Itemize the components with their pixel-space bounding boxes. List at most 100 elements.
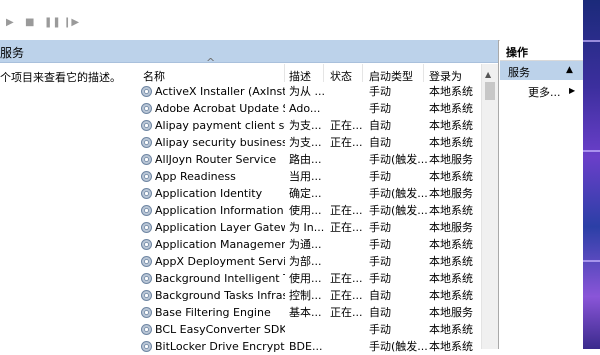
service-gear-icon <box>141 222 152 233</box>
service-startup-type: 手动 <box>369 170 391 183</box>
toolbar: ▶ ■ ❚❚ ❙▶ <box>0 0 583 41</box>
desktop-background <box>583 0 600 349</box>
actions-section-label: 服务 <box>508 66 530 79</box>
service-desc: 使用... <box>289 272 322 285</box>
table-row[interactable]: Background Intelligent T... 使用... 正在... … <box>138 270 484 287</box>
column-header-log-on-as[interactable]: 登录为 <box>429 68 462 84</box>
wallpaper-streak <box>583 40 600 42</box>
service-log-on-as: 本地服务 <box>429 153 473 166</box>
service-gear-icon <box>141 86 152 97</box>
stop-service-icon[interactable]: ■ <box>25 18 34 28</box>
column-separator[interactable] <box>323 64 324 82</box>
actions-section-services[interactable]: 服务 ▲ <box>500 61 583 80</box>
column-separator[interactable] <box>423 64 424 82</box>
service-startup-type: 手动 <box>369 255 391 268</box>
service-desc: Ado... <box>289 102 321 115</box>
sort-ascending-icon: ^ <box>206 56 216 69</box>
table-row[interactable]: BitLocker Drive Encryptio... BDE... 手动(触… <box>138 338 484 355</box>
start-service-icon[interactable]: ▶ <box>6 18 14 28</box>
service-gear-icon <box>141 120 152 131</box>
service-log-on-as: 本地系统 <box>429 85 473 98</box>
service-startup-type: 自动 <box>369 119 391 132</box>
column-header-startup-type[interactable]: 启动类型 <box>369 68 413 84</box>
service-log-on-as: 本地系统 <box>429 170 473 183</box>
service-log-on-as: 本地系统 <box>429 323 473 336</box>
service-gear-icon <box>141 188 152 199</box>
pane-divider[interactable] <box>498 40 499 349</box>
scroll-up-icon[interactable]: ▲ <box>485 70 491 79</box>
column-separator[interactable] <box>362 64 363 82</box>
service-status: 正在... <box>330 119 363 132</box>
service-desc: 为部... <box>289 255 322 268</box>
service-name: Alipay security business s... <box>155 136 285 149</box>
services-header-band: 服务 <box>0 40 498 63</box>
service-startup-type: 自动 <box>369 306 391 319</box>
service-status: 正在... <box>330 272 363 285</box>
service-description-hint: 个项目来查看它的描述。 <box>0 71 121 84</box>
table-row[interactable]: Application Identity 确定... 手动(触发... 本地服务 <box>138 185 484 202</box>
service-desc: 为 In... <box>289 221 325 234</box>
more-actions-item[interactable]: 更多... <box>528 84 561 100</box>
service-desc: 基本... <box>289 306 322 319</box>
service-name: Application Identity <box>155 187 263 200</box>
service-name: Base Filtering Engine <box>155 306 271 319</box>
service-name: Application Information <box>155 204 284 217</box>
wallpaper-streak <box>583 260 600 262</box>
service-log-on-as: 本地系统 <box>429 119 473 132</box>
column-header-name[interactable]: 名称 <box>143 68 165 84</box>
collapse-up-icon[interactable]: ▲ <box>566 65 573 75</box>
table-row[interactable]: Application Management 为通... 手动 本地系统 <box>138 236 484 253</box>
table-row[interactable]: Adobe Acrobat Update S... Ado... 手动 本地系统 <box>138 100 484 117</box>
service-log-on-as: 本地系统 <box>429 136 473 149</box>
service-name: Application Management <box>155 238 285 251</box>
service-status: 正在... <box>330 306 363 319</box>
service-desc: 为通... <box>289 238 322 251</box>
table-row[interactable]: Alipay security business s... 为支... 正在..… <box>138 134 484 151</box>
service-name: Application Layer Gatewa... <box>155 221 285 234</box>
service-log-on-as: 本地系统 <box>429 272 473 285</box>
service-startup-type: 手动 <box>369 238 391 251</box>
submenu-arrow-icon: ▶ <box>569 86 576 95</box>
service-gear-icon <box>141 256 152 267</box>
service-status: 正在... <box>330 204 363 217</box>
service-startup-type: 手动(触发... <box>369 204 427 217</box>
service-startup-type: 自动 <box>369 136 391 149</box>
service-gear-icon <box>141 205 152 216</box>
table-row[interactable]: BCL EasyConverter SDK ... 手动 本地系统 <box>138 321 484 338</box>
service-startup-type: 手动 <box>369 221 391 234</box>
actions-panel-header: 操作 <box>500 40 583 61</box>
service-gear-icon <box>141 273 152 284</box>
service-desc: 为支... <box>289 119 322 132</box>
resume-service-icon[interactable]: ❙▶ <box>63 18 79 28</box>
vertical-scrollbar[interactable]: ▲ <box>481 64 498 349</box>
table-row[interactable]: ActiveX Installer (AxInstSV) 为从 ... 手动 本… <box>138 83 484 100</box>
column-header-description[interactable]: 描述 <box>289 68 311 84</box>
service-desc: 路由... <box>289 153 322 166</box>
table-row[interactable]: AppX Deployment Servic... 为部... 手动 本地系统 <box>138 253 484 270</box>
service-log-on-as: 本地系统 <box>429 204 473 217</box>
column-header-status[interactable]: 状态 <box>330 68 352 84</box>
scrollbar-thumb[interactable] <box>485 82 495 100</box>
table-row[interactable]: Background Tasks Infras... 控制... 正在... 自… <box>138 287 484 304</box>
service-gear-icon <box>141 290 152 301</box>
table-row[interactable]: Base Filtering Engine 基本... 正在... 自动 本地服… <box>138 304 484 321</box>
service-gear-icon <box>141 103 152 114</box>
table-row[interactable]: App Readiness 当用... 手动 本地系统 <box>138 168 484 185</box>
service-startup-type: 自动 <box>369 289 391 302</box>
service-status: 正在... <box>330 136 363 149</box>
service-name: ActiveX Installer (AxInstSV) <box>155 85 285 98</box>
service-log-on-as: 本地服务 <box>429 187 473 200</box>
table-row[interactable]: Application Information 使用... 正在... 手动(触… <box>138 202 484 219</box>
service-desc: 当用... <box>289 170 322 183</box>
service-log-on-as: 本地服务 <box>429 306 473 319</box>
service-gear-icon <box>141 324 152 335</box>
table-row[interactable]: AllJoyn Router Service 路由... 手动(触发... 本地… <box>138 151 484 168</box>
service-gear-icon <box>141 239 152 250</box>
pause-service-icon[interactable]: ❚❚ <box>44 18 61 28</box>
service-name: Adobe Acrobat Update S... <box>155 102 285 115</box>
table-row[interactable]: Alipay payment client sec... 为支... 正在...… <box>138 117 484 134</box>
column-separator[interactable] <box>284 64 285 82</box>
table-row[interactable]: Application Layer Gatewa... 为 In... 正在..… <box>138 219 484 236</box>
service-desc: 使用... <box>289 204 322 217</box>
service-name: BitLocker Drive Encryptio... <box>155 340 285 353</box>
